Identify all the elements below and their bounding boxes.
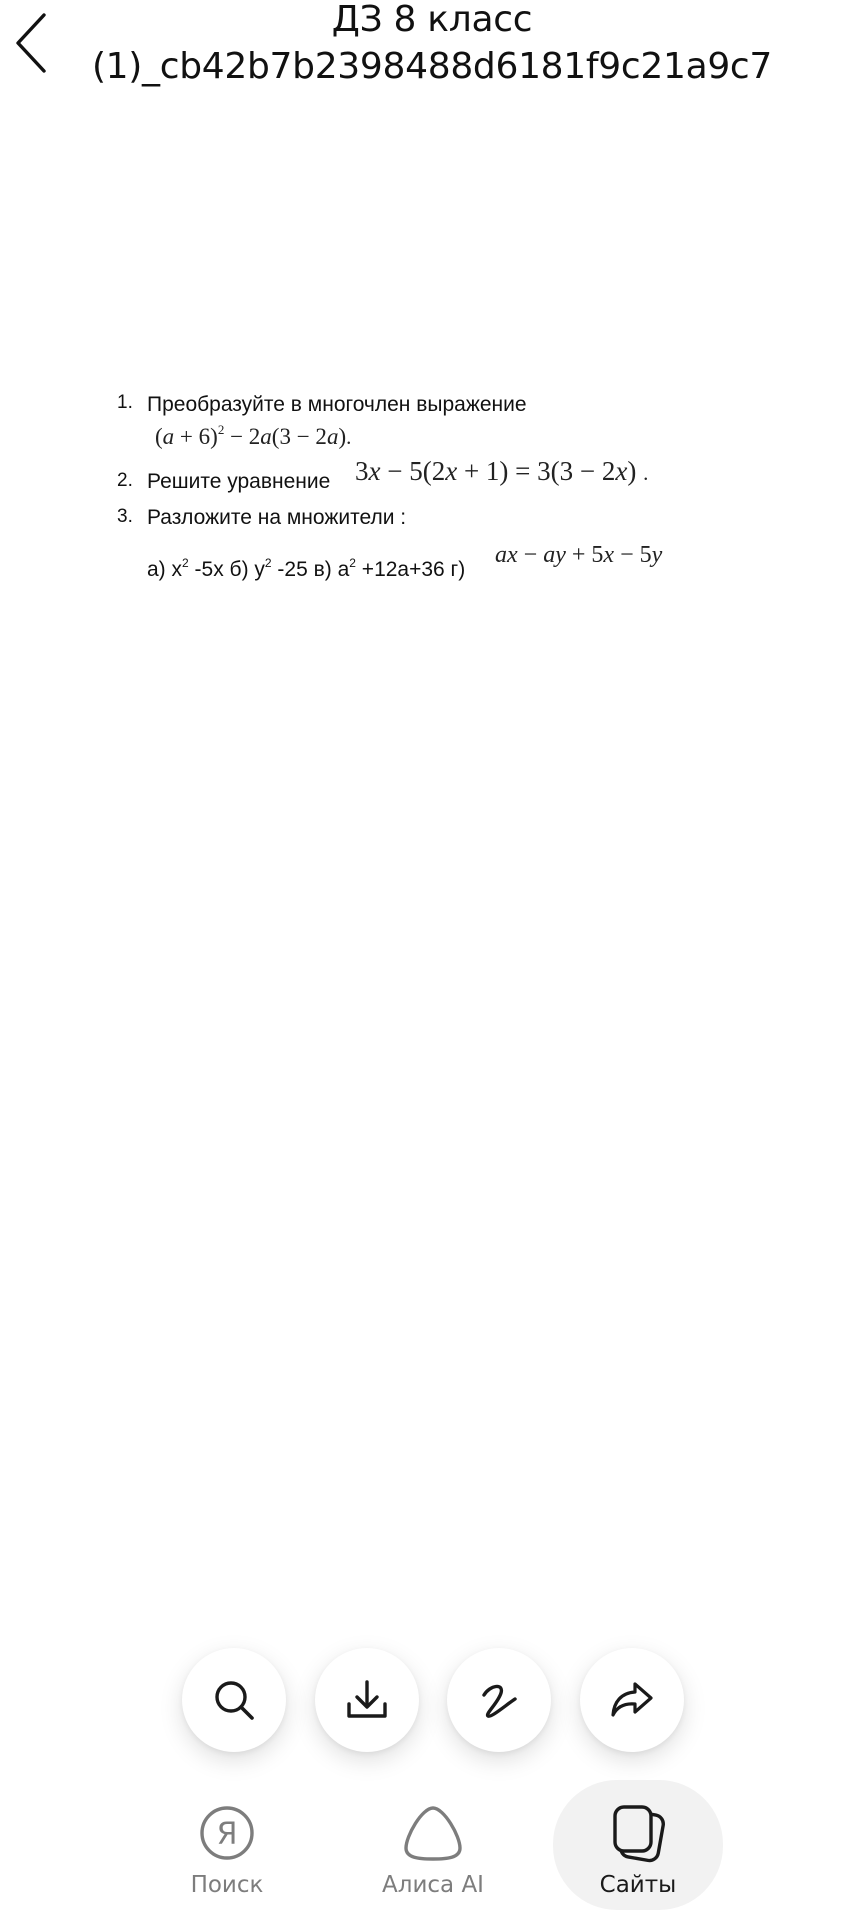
alice-icon [402,1800,464,1866]
document-viewer-screen: ДЗ 8 класс (1)_cb42b7b2398488d6181f9c21a… [0,0,864,1920]
share-icon [611,1682,653,1717]
document-title-line2: (1)_cb42b7b2398488d6181f9c21a9c7 [91,46,773,87]
tab-label: Сайты [599,1872,677,1898]
tab-search[interactable]: Я Поиск [142,1780,312,1910]
sign-button[interactable] [447,1648,551,1752]
task-3: 3. Разложите на множители : [115,502,715,542]
signature-icon [482,1684,517,1718]
share-button[interactable] [580,1648,684,1752]
task-1-expression: (a + 6)2 − 2a(3 − 2a). [155,422,352,449]
task-text: Разложите на множители : [147,506,407,529]
task-3-part-g-expression: ax − ay + 5x − 5y [495,542,663,568]
task-number: 1. [117,392,133,413]
task-text: Решите уравнение [147,470,331,493]
bottom-navigation: Я Поиск Алиса AI Сайты [0,1770,864,1920]
tab-sites[interactable]: Сайты [553,1780,723,1910]
task-3-parts: а) х2 -5х б) у2 -25 в) а2 +12а+36 г) ax … [115,542,715,582]
task-number: 2. [117,470,133,491]
tab-label: Поиск [190,1872,264,1898]
task-2-equation: 3x − 5(2x + 1) = 3(3 − 2x) . [355,456,649,486]
search-button[interactable] [182,1648,286,1752]
task-1: 1. Преобразуйте в многочлен выражение (a… [115,392,715,460]
search-icon [215,1681,254,1720]
svg-text:Я: Я [217,1817,238,1852]
task-2: 2. Решите уравнение 3x − 5(2x + 1) = 3(3… [115,456,715,502]
document-page: 1. Преобразуйте в многочлен выражение (a… [115,392,715,582]
task-text: Преобразуйте в многочлен выражение [147,393,527,416]
yandex-icon: Я [199,1800,255,1866]
document-title-line1: ДЗ 8 класс [331,0,533,40]
download-icon [347,1680,387,1718]
tab-label: Алиса AI [382,1872,484,1898]
document-title: ДЗ 8 класс (1)_cb42b7b2398488d6181f9c21a… [80,0,784,90]
tabs-icon [609,1800,667,1866]
chevron-left-icon [16,13,46,73]
task-3-parts-text: а) х2 -5х б) у2 -25 в) а2 +12а+36 г) [147,556,466,581]
download-button[interactable] [315,1648,419,1752]
task-number: 3. [117,506,133,527]
header: ДЗ 8 класс (1)_cb42b7b2398488d6181f9c21a… [0,0,864,100]
back-button[interactable] [2,8,60,78]
tab-alice[interactable]: Алиса AI [348,1780,518,1910]
